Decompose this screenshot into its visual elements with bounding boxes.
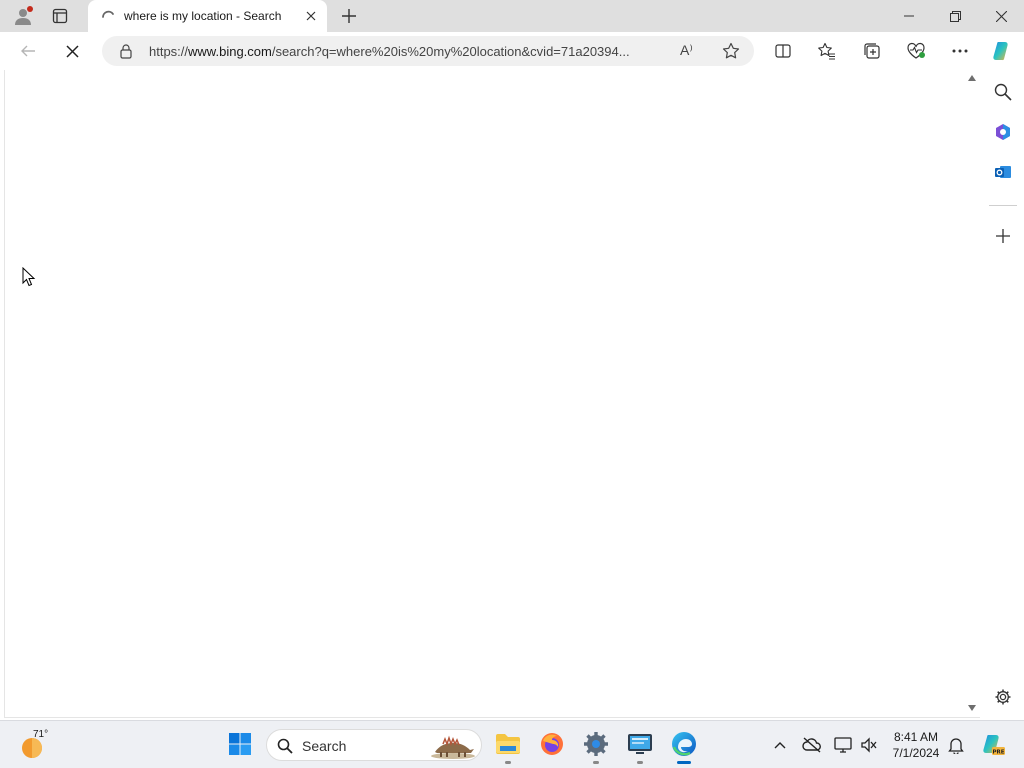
taskbar-search-label: Search: [302, 738, 347, 754]
search-icon: [277, 738, 293, 754]
active-app-indicator: [677, 761, 691, 764]
taskbar-file-explorer-button[interactable]: [493, 729, 523, 764]
browser-tab-active[interactable]: where is my location - Search: [88, 0, 327, 32]
gear-icon: [995, 689, 1011, 705]
read-aloud-button[interactable]: A⁾: [680, 42, 700, 60]
browser-essentials-button[interactable]: [902, 37, 930, 65]
search-highlight-dinosaur-icon: [431, 735, 475, 759]
restore-button[interactable]: [932, 0, 978, 32]
chevron-up-icon: [774, 742, 786, 749]
new-tab-button[interactable]: [336, 4, 362, 28]
office-icon: [996, 124, 1010, 140]
weather-temp: 71°: [33, 729, 49, 740]
plus-icon: [996, 229, 1010, 243]
tab-actions-button[interactable]: [46, 4, 74, 28]
settings-gear-icon: [584, 732, 608, 756]
taskbar-clock[interactable]: 8:41 AM 7/1/2024: [886, 729, 946, 761]
favorites-button[interactable]: [813, 37, 841, 65]
clock-date: 7/1/2024: [892, 746, 940, 760]
edge-sidebar: [982, 70, 1024, 718]
edge-icon: [672, 732, 696, 756]
notification-badge: [27, 6, 33, 12]
speaker-muted-icon: [861, 737, 877, 753]
star-icon[interactable]: [722, 42, 740, 60]
scroll-down-arrow-icon[interactable]: [967, 703, 977, 713]
taskbar-search-box[interactable]: Search: [266, 729, 482, 761]
firefox-icon: [541, 733, 563, 755]
heart-pulse-icon: [907, 42, 925, 59]
sidebar-office-button[interactable]: [990, 119, 1016, 145]
search-icon: [994, 83, 1012, 101]
close-tab-button[interactable]: [303, 8, 319, 24]
split-screen-icon: [775, 44, 791, 58]
plus-icon: [342, 9, 356, 23]
collections-button[interactable]: [858, 37, 886, 65]
taskbar-edge-button[interactable]: [669, 729, 699, 764]
sidebar-add-button[interactable]: [990, 223, 1016, 249]
weather-widget[interactable]: 71°: [20, 727, 60, 763]
taskbar: 71° Search 8:41 AM 7/1/2024 PRE: [0, 720, 1024, 768]
running-indicator: [637, 761, 643, 764]
notifications-button[interactable]: [945, 735, 967, 755]
close-window-button[interactable]: [978, 0, 1024, 32]
volume-tray-button[interactable]: [858, 735, 880, 755]
scroll-up-arrow-icon[interactable]: [967, 73, 977, 83]
favorites-icon: [818, 42, 835, 60]
copilot-preview-button[interactable]: PRE: [980, 732, 1006, 758]
outlook-icon: [995, 166, 1011, 178]
taskbar-remote-desktop-button[interactable]: [625, 729, 655, 764]
url-prefix: https://: [149, 44, 189, 59]
mouse-cursor-icon: [22, 267, 36, 287]
lock-icon[interactable]: [118, 43, 134, 59]
url-host: www.bing.com: [188, 44, 272, 59]
read-aloud-icon: A⁾: [680, 42, 693, 58]
more-button[interactable]: [946, 37, 974, 65]
clock-time: 8:41 AM: [893, 730, 939, 744]
tab-strip: where is my location - Search: [0, 0, 1024, 32]
taskbar-settings-button[interactable]: [581, 729, 611, 764]
sidebar-outlook-button[interactable]: [990, 159, 1016, 185]
address-bar[interactable]: https://www.bing.com/search?q=where%20is…: [102, 36, 754, 66]
tab-title: where is my location - Search: [124, 9, 282, 23]
collections-icon: [864, 43, 880, 59]
stop-button[interactable]: [58, 37, 86, 65]
url-path: /search?q=where%20is%20my%20location&cvi…: [271, 44, 630, 59]
minimize-icon: [904, 15, 914, 17]
close-icon: [306, 11, 316, 21]
minimize-button[interactable]: [886, 0, 932, 32]
back-arrow-icon: [21, 45, 35, 57]
back-button[interactable]: [14, 37, 42, 65]
copilot-icon: [993, 42, 1008, 61]
taskbar-firefox-button[interactable]: [537, 729, 567, 759]
tab-actions-icon: [52, 8, 68, 24]
sidebar-settings-button[interactable]: [990, 684, 1016, 710]
running-indicator: [593, 761, 599, 764]
copilot-button[interactable]: [988, 37, 1016, 65]
bell-icon: [948, 738, 964, 754]
browser-toolbar: https://www.bing.com/search?q=where%20is…: [0, 32, 1024, 70]
page-content-area[interactable]: [4, 70, 980, 718]
onedrive-tray-button[interactable]: [801, 735, 823, 755]
remote-desktop-icon: [628, 734, 652, 754]
more-icon: [952, 49, 968, 53]
copilot-preview-icon: PRE: [983, 735, 1005, 756]
loading-spinner-icon: [102, 10, 114, 18]
sidebar-divider: [989, 205, 1017, 206]
cloud-offline-icon: [802, 737, 821, 753]
split-screen-button[interactable]: [769, 37, 797, 65]
svg-text:PRE: PRE: [992, 750, 1004, 756]
windows-start-icon: [229, 733, 251, 755]
stop-icon: [65, 44, 79, 58]
close-icon: [995, 10, 1007, 22]
profile-button[interactable]: [10, 4, 36, 28]
monitor-icon: [834, 737, 852, 753]
folder-icon: [496, 734, 520, 754]
restore-icon: [949, 10, 961, 22]
taskbar-start-button[interactable]: [225, 729, 255, 759]
url-text[interactable]: https://www.bing.com/search?q=where%20is…: [149, 44, 669, 59]
sidebar-search-button[interactable]: [990, 79, 1016, 105]
show-hidden-icons-button[interactable]: [769, 735, 791, 755]
display-tray-button[interactable]: [832, 735, 854, 755]
running-indicator: [505, 761, 511, 764]
